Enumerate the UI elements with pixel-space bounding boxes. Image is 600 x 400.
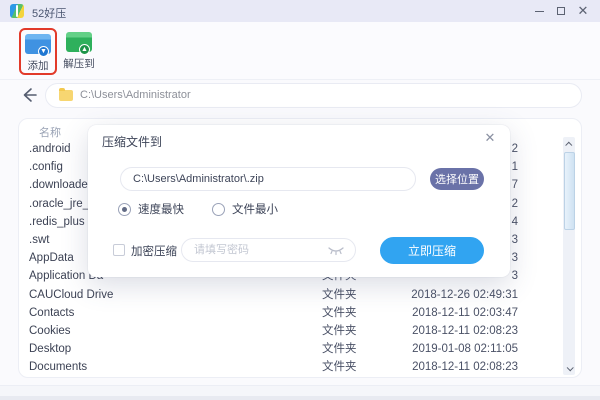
file-type: 文件夹 xyxy=(322,340,357,358)
table-row[interactable]: Cookies 文件夹 2018-12-11 02:08:23 xyxy=(19,322,583,340)
scroll-down-button[interactable] xyxy=(563,361,575,375)
eye-closed-icon[interactable] xyxy=(327,246,345,256)
file-date: 7 xyxy=(512,176,518,194)
destination-path-input[interactable] xyxy=(120,167,416,191)
status-bar xyxy=(0,385,600,400)
window-controls: ✕ xyxy=(528,0,594,22)
choose-location-button[interactable]: 选择位置 xyxy=(430,168,484,190)
file-name: Desktop xyxy=(29,340,71,358)
file-date: 2018-12-11 02:08:23 xyxy=(412,322,518,340)
arrow-left-icon xyxy=(20,86,38,104)
table-row[interactable]: CAUCloud Drive 文件夹 2018-12-26 02:49:31 xyxy=(19,286,583,304)
arrow-down-icon: ▼ xyxy=(38,46,49,57)
file-date: 3 xyxy=(512,249,518,267)
file-date: 2019-01-08 02:11:05 xyxy=(412,340,518,358)
file-type: 文件夹 xyxy=(322,286,357,304)
folder-icon xyxy=(59,90,73,101)
file-name: AppData xyxy=(29,249,74,267)
password-field[interactable] xyxy=(181,238,356,262)
table-row[interactable]: Contacts 文件夹 2018-12-11 02:03:47 xyxy=(19,304,583,322)
archive-extract-icon: ▲ xyxy=(66,32,92,52)
scroll-up-button[interactable] xyxy=(563,137,575,151)
current-path: C:\Users\Administrator xyxy=(80,89,191,101)
file-name: .downloader xyxy=(29,176,92,194)
scrollbar[interactable] xyxy=(563,137,575,375)
table-row[interactable]: Documents 文件夹 2018-12-11 02:08:23 xyxy=(19,358,583,376)
minimize-icon xyxy=(535,11,544,12)
radio-smallest-label: 文件最小 xyxy=(232,201,278,217)
file-date: 1 xyxy=(512,158,518,176)
file-name: Cookies xyxy=(29,322,71,340)
file-name: .swt xyxy=(29,231,49,249)
extract-button-label: 解压到 xyxy=(63,56,95,71)
app-window: 52好压 ✕ ▼ 添加 ▲ 解压到 C:\Us xyxy=(0,0,600,400)
maximize-button[interactable] xyxy=(550,0,572,22)
add-button-label: 添加 xyxy=(28,58,49,73)
arrow-up-icon: ▲ xyxy=(79,44,90,55)
file-name: .redis_plus xyxy=(29,213,85,231)
file-type: 文件夹 xyxy=(322,358,357,376)
file-date: 2018-12-11 02:08:23 xyxy=(412,358,518,376)
maximize-icon xyxy=(557,7,565,15)
dialog-close-button[interactable]: ✕ xyxy=(482,130,498,146)
file-date: 2018-12-11 02:03:47 xyxy=(412,304,518,322)
extract-to-button[interactable]: ▲ 解压到 xyxy=(60,28,98,75)
navigation-bar: C:\Users\Administrator xyxy=(0,80,600,116)
window-title: 52好压 xyxy=(32,5,66,21)
address-bar[interactable]: C:\Users\Administrator xyxy=(45,83,582,108)
back-button[interactable] xyxy=(20,86,38,104)
minimize-button[interactable] xyxy=(528,0,550,22)
file-date: 2 xyxy=(512,140,518,158)
close-button[interactable]: ✕ xyxy=(572,0,594,22)
file-type: 文件夹 xyxy=(322,304,357,322)
chevron-down-icon xyxy=(566,364,573,371)
title-bar: 52好压 ✕ xyxy=(0,0,600,22)
file-name: CAUCloud Drive xyxy=(29,286,113,304)
file-date: 3 xyxy=(512,231,518,249)
compress-now-button[interactable]: 立即压缩 xyxy=(380,237,484,264)
file-name: Contacts xyxy=(29,304,74,322)
radio-fastest-speed[interactable]: 速度最快 xyxy=(118,201,184,217)
radio-icon xyxy=(212,203,225,216)
radio-fastest-label: 速度最快 xyxy=(138,201,184,217)
radio-smallest-file[interactable]: 文件最小 xyxy=(212,201,278,217)
column-header-name[interactable]: 名称 xyxy=(39,124,61,140)
file-name: .android xyxy=(29,140,71,158)
encrypt-label: 加密压缩 xyxy=(131,243,177,259)
file-date: 2 xyxy=(512,195,518,213)
dialog-title: 压缩文件到 xyxy=(102,133,162,150)
file-type: 文件夹 xyxy=(322,322,357,340)
file-name: Documents xyxy=(29,358,87,376)
password-input[interactable] xyxy=(194,241,319,259)
archive-add-icon: ▼ xyxy=(25,34,51,54)
add-button[interactable]: ▼ 添加 xyxy=(19,28,57,75)
file-name: .config xyxy=(29,158,63,176)
file-date: 4 xyxy=(512,213,518,231)
app-logo-icon xyxy=(10,4,24,18)
scrollbar-thumb[interactable] xyxy=(564,152,575,230)
compression-options: 速度最快 文件最小 xyxy=(118,201,278,217)
compress-dialog: 压缩文件到 ✕ 选择位置 速度最快 文件最小 加密压缩 立即压缩 xyxy=(88,125,510,277)
table-row[interactable]: Desktop 文件夹 2019-01-08 02:11:05 xyxy=(19,340,583,358)
chevron-up-icon xyxy=(565,141,572,148)
toolbar: ▼ 添加 ▲ 解压到 xyxy=(0,22,600,80)
radio-icon xyxy=(118,203,131,216)
file-date: 3 xyxy=(512,267,518,285)
encrypt-checkbox[interactable] xyxy=(113,244,125,256)
file-date: 2018-12-26 02:49:31 xyxy=(411,286,518,304)
